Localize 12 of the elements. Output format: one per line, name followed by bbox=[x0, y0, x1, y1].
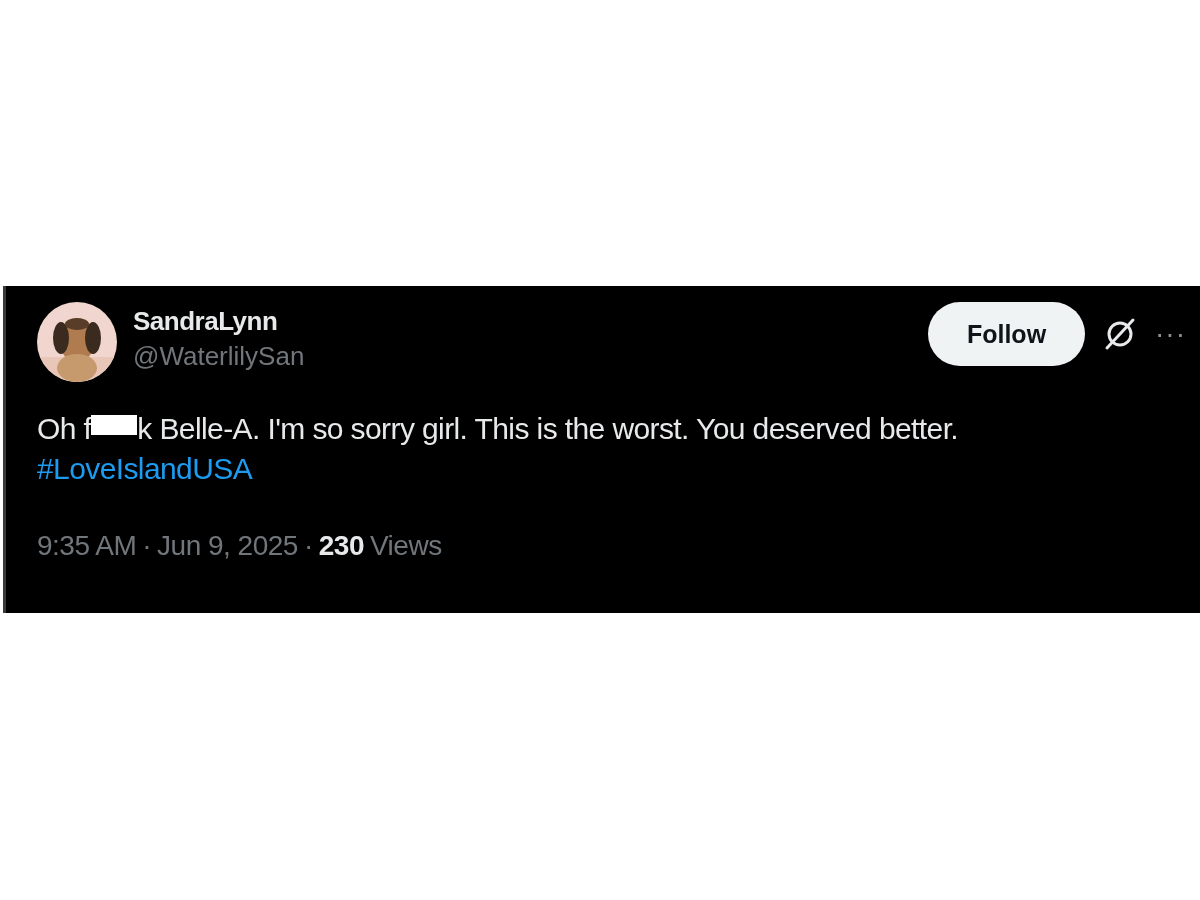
more-button[interactable]: ··· bbox=[1155, 318, 1186, 350]
views-label: Views bbox=[369, 530, 442, 562]
separator: · bbox=[303, 530, 313, 562]
author-name[interactable]: SandraLynn bbox=[133, 306, 928, 337]
hashtag-link[interactable]: #LoveIslandUSA bbox=[37, 452, 253, 486]
post-date[interactable]: Jun 9, 2025 bbox=[157, 530, 298, 562]
post-time[interactable]: 9:35 AM bbox=[37, 530, 137, 562]
follow-button[interactable]: Follow bbox=[928, 302, 1085, 366]
views-count: 230 bbox=[318, 530, 364, 562]
post-text: k Belle-A. I'm so sorry girl. This is the worst. You deserved better. bbox=[137, 412, 959, 446]
author-handle[interactable]: @WaterlilySan bbox=[133, 341, 928, 372]
separator: · bbox=[142, 530, 152, 562]
